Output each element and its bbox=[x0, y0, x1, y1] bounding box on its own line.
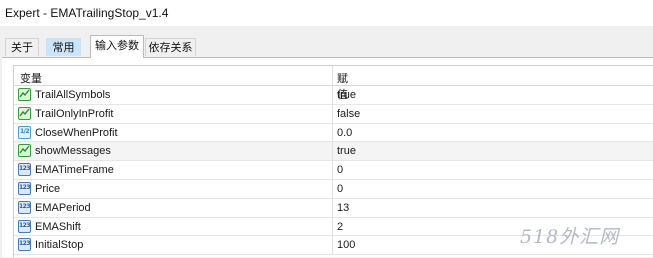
param-value[interactable]: 0.0 bbox=[337, 127, 352, 139]
integer-param-icon: 123 bbox=[18, 219, 31, 233]
tab-about[interactable]: 关于 bbox=[5, 38, 39, 56]
param-name: InitialStop bbox=[35, 239, 84, 252]
tab-strip: 关于 常用 输入参数 依存关系 bbox=[0, 26, 653, 58]
param-name: TrailAllSymbols bbox=[35, 89, 111, 101]
param-name-cell: TrailOnlyInProfit bbox=[14, 104, 333, 123]
param-value[interactable]: 2 bbox=[337, 221, 343, 233]
integer-param-icon: 123 bbox=[18, 163, 31, 177]
double-param-glyph: 1/2 bbox=[19, 127, 30, 135]
param-name-cell: 123 EMATimeFrame bbox=[14, 161, 333, 179]
param-name-cell: 123 InitialStop bbox=[14, 236, 333, 255]
param-name-cell: 123 EMAShift bbox=[14, 217, 333, 236]
param-name: showMessages bbox=[35, 145, 111, 158]
param-name: EMAShift bbox=[35, 220, 81, 233]
tab-common[interactable]: 常用 bbox=[46, 38, 81, 56]
param-value[interactable]: 100 bbox=[337, 239, 355, 251]
integer-param-glyph: 123 bbox=[19, 183, 31, 191]
param-name: EMAPeriod bbox=[35, 201, 91, 214]
tab-about-label: 关于 bbox=[11, 42, 33, 54]
param-name: Price bbox=[35, 182, 61, 195]
param-name-cell: 123 Price bbox=[14, 179, 333, 198]
param-name-cell: TrailAllSymbols bbox=[14, 86, 333, 104]
param-name-cell: showMessages bbox=[14, 142, 333, 161]
param-row[interactable]: 123 EMAPeriod 13 bbox=[14, 198, 653, 218]
param-row[interactable]: TrailAllSymbols true bbox=[14, 86, 653, 105]
tab-inputs-label: 输入参数 bbox=[95, 40, 139, 52]
tab-dependencies-label: 依存关系 bbox=[148, 42, 193, 54]
integer-param-glyph: 123 bbox=[19, 165, 31, 173]
double-param-icon: 1/2 bbox=[18, 125, 31, 139]
param-value[interactable]: 0 bbox=[337, 183, 343, 195]
param-value[interactable]: 0 bbox=[337, 164, 343, 176]
param-row[interactable]: 123 EMATimeFrame 0 bbox=[14, 161, 653, 180]
integer-param-icon: 123 bbox=[18, 200, 31, 214]
boolean-param-icon bbox=[18, 106, 31, 120]
param-row[interactable]: TrailOnlyInProfit false bbox=[14, 104, 653, 124]
param-row[interactable]: showMessages true bbox=[14, 142, 653, 162]
param-value[interactable]: 13 bbox=[337, 202, 349, 214]
column-header-variable-label: 变量 bbox=[20, 73, 42, 85]
integer-param-glyph: 123 bbox=[19, 202, 31, 210]
integer-param-icon: 123 bbox=[18, 238, 31, 252]
param-name-cell: 123 EMAPeriod bbox=[14, 198, 333, 217]
tab-inputs[interactable]: 输入参数 bbox=[90, 35, 144, 58]
param-value[interactable]: false bbox=[337, 108, 360, 120]
integer-param-glyph: 123 bbox=[19, 221, 31, 229]
integer-param-glyph: 123 bbox=[19, 240, 31, 248]
title-bar: Expert - EMATrailingStop_v1.4 bbox=[0, 0, 653, 26]
param-row[interactable]: 123 Price 0 bbox=[14, 179, 653, 199]
tab-common-label: 常用 bbox=[52, 42, 75, 54]
param-value[interactable]: true bbox=[337, 145, 356, 157]
param-name-cell: 1/2 CloseWhenProfit bbox=[14, 123, 333, 142]
grid-header: 变量 赋值 bbox=[14, 66, 653, 101]
integer-param-icon: 123 bbox=[18, 181, 31, 195]
param-value[interactable]: true bbox=[337, 89, 356, 101]
param-row[interactable]: 1/2 CloseWhenProfit 0.0 bbox=[14, 123, 653, 143]
boolean-param-icon bbox=[18, 88, 31, 101]
param-name: EMATimeFrame bbox=[35, 164, 114, 177]
watermark: 518外汇网 bbox=[520, 226, 620, 248]
window-title: Expert - EMATrailingStop_v1.4 bbox=[5, 6, 169, 20]
param-name: TrailOnlyInProfit bbox=[35, 107, 114, 120]
tab-dependencies[interactable]: 依存关系 bbox=[145, 38, 196, 56]
boolean-param-icon bbox=[18, 144, 31, 158]
column-header-variable[interactable]: 变量 bbox=[14, 66, 333, 85]
param-name: CloseWhenProfit bbox=[35, 126, 118, 139]
